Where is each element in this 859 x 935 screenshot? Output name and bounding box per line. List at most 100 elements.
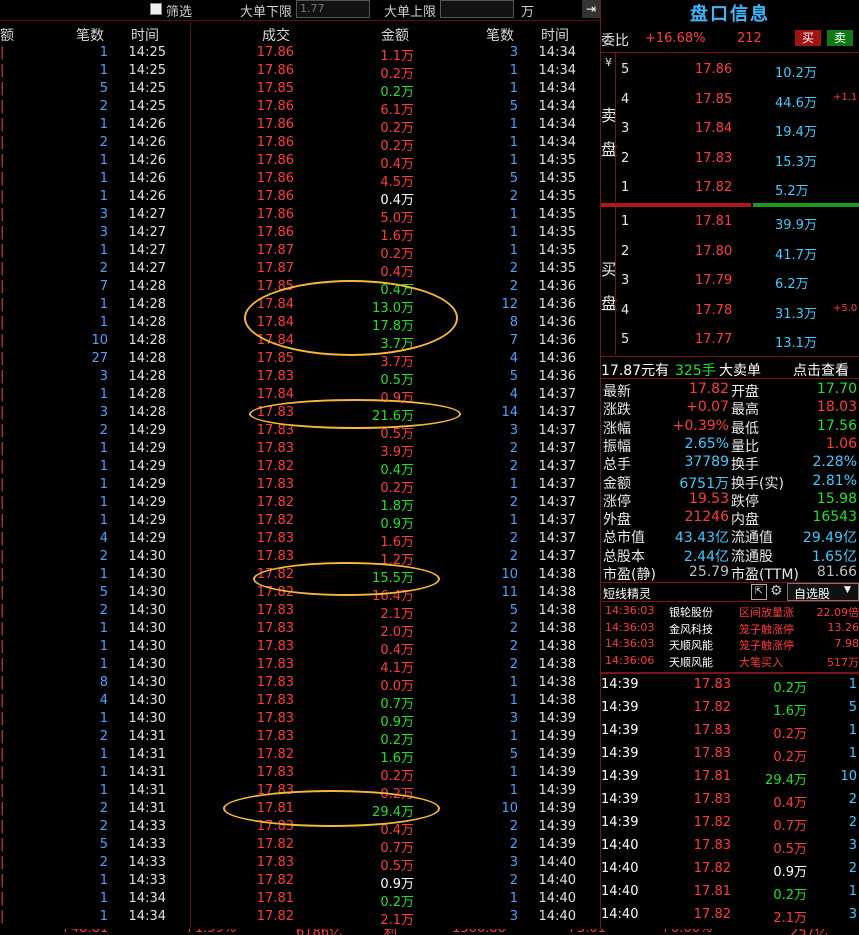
- stat-label: 涨幅: [603, 420, 631, 437]
- bottom-status-item: 利: [384, 929, 397, 935]
- stat-value: 81.66: [816, 564, 857, 580]
- tick-time-left: 14:27: [128, 225, 166, 240]
- panel-title: 盘口信息: [690, 4, 770, 25]
- tick-count-left: 1: [99, 657, 108, 672]
- buy-button[interactable]: 买: [795, 30, 821, 46]
- stat-label: 流通股: [731, 548, 773, 565]
- tick-time-right: 14:34: [538, 135, 576, 150]
- tick-count-left: 4: [99, 693, 108, 708]
- stat-label: 金额: [603, 475, 631, 492]
- tick-count-right: 1: [509, 135, 518, 150]
- tick-count-left: 1: [99, 459, 108, 474]
- stat-value: 1.65亿: [811, 548, 857, 565]
- stat-label: 市盈(TTM): [731, 567, 799, 583]
- tick-row: | 1 14:26 17.86 4.5万 5 14:35: [0, 171, 600, 190]
- orderbook-price: 17.77: [695, 332, 733, 347]
- realtime-price: 17.83: [693, 838, 731, 853]
- stat-label: 跌停: [731, 493, 759, 510]
- orderbook-row: 4 17.78 31.3万 +5.0: [601, 303, 859, 323]
- tick-count-right: 7: [509, 333, 518, 348]
- tick-count-right: 3: [509, 711, 518, 726]
- orderbook-row: 4 17.85 44.6万 +1.1: [601, 92, 859, 112]
- tick-time-left: 14:31: [128, 747, 166, 762]
- expand-icon[interactable]: ⇱: [751, 584, 767, 600]
- tick-time-right: 14:35: [538, 225, 576, 240]
- row-edge-marker: |: [0, 135, 5, 150]
- watchlist-dropdown-label: 自选股: [794, 587, 831, 601]
- header-price: 成交: [262, 28, 290, 44]
- tick-time-right: 14:37: [538, 405, 576, 420]
- tick-count-right: 1: [509, 477, 518, 492]
- tick-amount: 0.5万: [380, 373, 414, 388]
- highlight-ellipse-2: [249, 399, 461, 429]
- tick-time-right: 14:36: [538, 279, 576, 294]
- stat-value: +0.39%: [672, 417, 729, 434]
- shortline-item[interactable]: 14:36:03 金风科技 笼子触涨停 13.26: [601, 621, 859, 637]
- tick-time-right: 14:38: [538, 585, 576, 600]
- realtime-count: 3: [848, 907, 857, 922]
- tick-price: 17.86: [256, 153, 294, 168]
- tick-count-right: 10: [501, 801, 518, 816]
- realtime-row: 14:40 17.82 2.1万 3: [601, 907, 859, 930]
- shortline-stock: 天顺风能: [669, 639, 713, 652]
- tick-time-right: 14:38: [538, 567, 576, 582]
- tick-count-right: 1: [509, 729, 518, 744]
- tick-count-left: 1: [99, 315, 108, 330]
- tick-count-left: 1: [99, 783, 108, 798]
- tick-time-left: 14:31: [128, 783, 166, 798]
- tick-row: | 1 14:29 17.83 3.9万 2 14:37: [0, 441, 600, 460]
- realtime-price: 17.83: [693, 746, 731, 761]
- orderbook-volume: 19.4万: [775, 125, 817, 140]
- row-edge-marker: |: [0, 549, 5, 564]
- tick-count-left: 1: [99, 387, 108, 402]
- tick-time-left: 14:26: [128, 135, 166, 150]
- gear-icon[interactable]: ⚙: [770, 583, 783, 599]
- tick-count-left: 1: [99, 639, 108, 654]
- row-edge-marker: |: [0, 459, 5, 474]
- tick-row: | 1 14:30 17.83 2.0万 2 14:38: [0, 621, 600, 640]
- realtime-amount: 0.2万: [773, 681, 807, 696]
- realtime-time: 14:39: [601, 700, 639, 715]
- min-amount-input[interactable]: 1.77: [296, 0, 370, 18]
- filter-checkbox[interactable]: [150, 3, 162, 15]
- tick-amount: 0.2万: [380, 481, 414, 496]
- tick-amount: 1.8万: [380, 499, 414, 514]
- tick-time-left: 14:30: [128, 693, 166, 708]
- tick-count-right: 4: [509, 351, 518, 366]
- tick-count-left: 2: [99, 423, 108, 438]
- row-edge-marker: |: [0, 513, 5, 528]
- realtime-time: 14:39: [601, 815, 639, 830]
- orderbook-price: 17.86: [695, 62, 733, 77]
- bigorder-link[interactable]: 点击查看: [793, 360, 849, 380]
- row-edge-marker: |: [0, 729, 5, 744]
- collapse-arrow-icon[interactable]: ⇥: [582, 0, 600, 18]
- stat-row: 振幅 2.65% 量比 1.06: [601, 436, 859, 455]
- realtime-count: 10: [840, 769, 857, 784]
- sell-button[interactable]: 卖: [827, 30, 853, 46]
- tick-time-right: 14:34: [538, 117, 576, 132]
- shortline-item[interactable]: 14:36:03 天顺风能 笼子触涨停 7.98: [601, 637, 859, 653]
- tick-amount: 4.5万: [380, 175, 414, 190]
- shortline-item[interactable]: 14:36:06 天顺风能 大笔买入 517万: [601, 654, 859, 670]
- tick-time-left: 14:30: [128, 549, 166, 564]
- row-edge-marker: |: [0, 99, 5, 114]
- orderbook-row: 2 17.83 15.3万: [601, 151, 859, 171]
- tick-price: 17.83: [256, 639, 294, 654]
- stat-label: 涨跌: [603, 402, 631, 419]
- tick-count-right: 5: [509, 369, 518, 384]
- stat-value: 17.70: [816, 381, 857, 397]
- tick-price: 17.83: [256, 369, 294, 384]
- realtime-amount: 0.7万: [773, 819, 807, 834]
- stat-label: 内盘: [731, 512, 759, 529]
- tick-count-left: 7: [99, 279, 108, 294]
- tick-time-left: 14:28: [128, 333, 166, 348]
- row-edge-marker: |: [0, 369, 5, 384]
- max-amount-input[interactable]: [440, 0, 514, 18]
- stat-label: 总股本: [603, 548, 645, 565]
- stat-value: 16543: [812, 509, 857, 526]
- tick-count-right: 1: [509, 81, 518, 96]
- tick-count-right: 1: [509, 783, 518, 798]
- watchlist-dropdown[interactable]: 自选股 ▼: [787, 583, 859, 601]
- shortline-item[interactable]: 14:36:03 银轮股份 区间放量涨 22.09倍: [601, 604, 859, 620]
- realtime-row: 14:39 17.83 0.2万 1: [601, 677, 859, 700]
